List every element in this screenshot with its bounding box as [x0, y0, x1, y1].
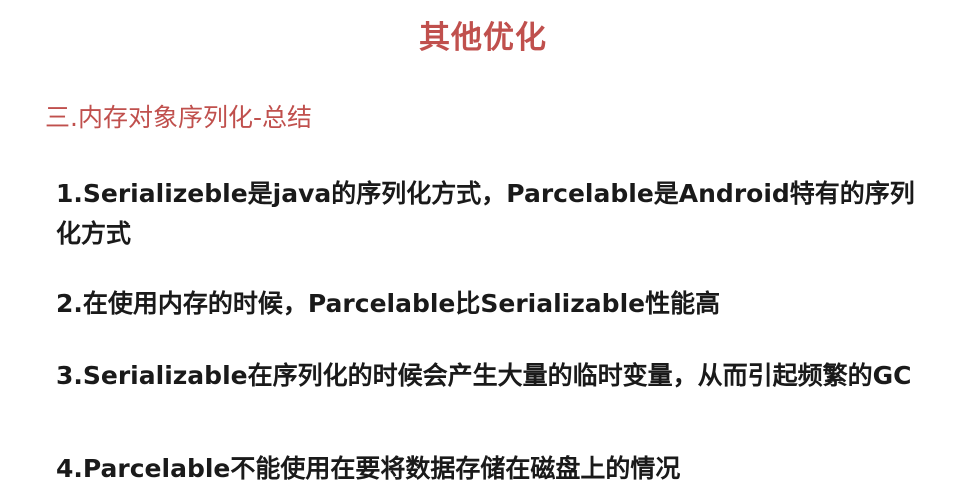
summary-point-3: 3.Serializable在序列化的时候会产生大量的临时变量，从而引起频繁的G… [56, 361, 912, 390]
slide: 其他优化 三.内存对象序列化-总结 1.Serializeble是java的序列… [0, 0, 966, 491]
slide-title: 其他优化 [419, 20, 547, 56]
summary-point-2: 2.在使用内存的时候，Parcelable比Serializable性能高 [56, 289, 721, 318]
section-subtitle: 三.内存对象序列化-总结 [45, 103, 312, 132]
summary-point-1: 1.Serializeble是java的序列化方式，Parcelable是And… [56, 179, 915, 248]
summary-point-4: 4.Parcelable不能使用在要将数据存储在磁盘上的情况 [56, 454, 681, 483]
